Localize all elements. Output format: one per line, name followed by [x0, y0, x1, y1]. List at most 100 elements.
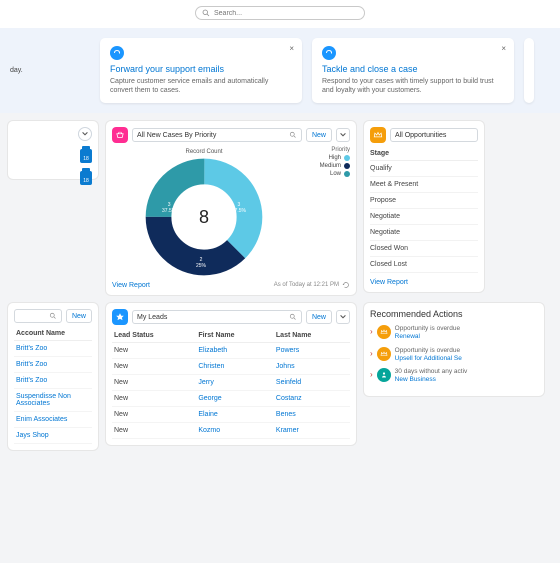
cases-by-priority-panel: All New Cases By Priority New Record Cou…: [106, 121, 356, 295]
panel-icon: [112, 309, 128, 325]
legend-dot: [344, 163, 350, 169]
global-search[interactable]: [195, 6, 365, 20]
tip-desc: Respond to your cases with timely suppor…: [322, 77, 504, 95]
panel-menu[interactable]: [336, 310, 350, 324]
crown-icon: [377, 347, 391, 361]
select-label: My Leads: [137, 314, 289, 321]
stage-row[interactable]: Negotiate: [370, 225, 478, 241]
rec-text: Opportunity is overdue Upsell for Additi…: [395, 347, 462, 363]
chevron-right-icon: ›: [370, 370, 373, 379]
view-report-link[interactable]: View Report: [370, 279, 408, 286]
panel-menu[interactable]: [336, 128, 350, 142]
new-button[interactable]: New: [306, 128, 332, 142]
table-row[interactable]: NewKozmoKramer: [112, 423, 350, 439]
dashboard-row-2: New Account Name Britt's Zoo Britt's Zoo…: [0, 303, 560, 458]
rec-link[interactable]: Upsell for Additional Se: [395, 355, 462, 363]
account-link[interactable]: Britt's Zoo: [14, 373, 92, 389]
table-row[interactable]: NewElaineBenes: [112, 407, 350, 423]
search-icon: [289, 131, 297, 139]
tip-title: Tackle and close a case: [322, 64, 504, 74]
day-text: day.: [10, 67, 90, 74]
table-row[interactable]: NewChristenJohns: [112, 359, 350, 375]
panel-icon: [370, 127, 386, 143]
stage-row[interactable]: Closed Lost: [370, 257, 478, 273]
left-tile-top: 18 18: [8, 121, 98, 179]
tip-title: Forward your support emails: [110, 64, 292, 74]
rec-link[interactable]: New Business: [395, 376, 468, 384]
search-icon: [289, 313, 297, 321]
stage-row[interactable]: Propose: [370, 193, 478, 209]
stage-row[interactable]: Qualify: [370, 161, 478, 177]
account-link[interactable]: Britt's Zoo: [14, 341, 92, 357]
search-icon: [202, 9, 210, 17]
as-of-text: As of Today at 12:21 PM: [274, 281, 350, 289]
slice-label-medium: 337.5%: [232, 203, 246, 214]
tip-card-close-case[interactable]: × Tackle and close a case Respond to you…: [312, 38, 514, 103]
rec-item[interactable]: › Opportunity is overdue Renewal: [370, 325, 538, 341]
opportunities-panel: All Opportunities Stage Qualify Meet & P…: [364, 121, 484, 292]
stage-row[interactable]: Meet & Present: [370, 177, 478, 193]
account-link[interactable]: Enim Associates: [14, 412, 92, 428]
topbar: [0, 0, 560, 28]
account-link[interactable]: Britt's Zoo: [14, 357, 92, 373]
stage-row[interactable]: Negotiate: [370, 209, 478, 225]
crown-icon: [377, 325, 391, 339]
view-select[interactable]: All New Cases By Priority: [132, 128, 302, 142]
rec-item[interactable]: › Opportunity is overdue Upsell for Addi…: [370, 347, 538, 363]
table-row[interactable]: NewJerrySeinfeld: [112, 375, 350, 391]
account-link[interactable]: Jays Shop: [14, 428, 92, 444]
dropdown-toggle[interactable]: [78, 127, 92, 141]
search-icon: [49, 312, 57, 320]
donut-chart: Record Count 8 337.5% 337.5%: [112, 147, 296, 277]
new-button[interactable]: New: [306, 310, 332, 324]
chevron-down-icon: [81, 130, 89, 138]
leads-panel: My Leads New Lead Status First Name Last…: [106, 303, 356, 445]
clipboard-icon[interactable]: 18: [80, 149, 92, 163]
rec-item[interactable]: › 30 days without any activ New Business: [370, 368, 538, 384]
col-first-name: First Name: [196, 329, 274, 343]
stage-row[interactable]: Closed Won: [370, 241, 478, 257]
rec-text: 30 days without any activ New Business: [395, 368, 468, 384]
table-row[interactable]: NewGeorgeCostanz: [112, 391, 350, 407]
view-select[interactable]: My Leads: [132, 310, 302, 324]
chevron-down-icon: [339, 313, 347, 321]
tip-card-peek[interactable]: [524, 38, 534, 103]
chart-title: Record Count: [185, 149, 222, 155]
view-report-link[interactable]: View Report: [112, 282, 150, 289]
chart-legend: Priority High Medium Low: [302, 147, 350, 277]
col-account-name: Account Name: [14, 327, 92, 341]
col-lead-status: Lead Status: [112, 329, 196, 343]
tip-card-forward-emails[interactable]: × Forward your support emails Capture cu…: [100, 38, 302, 103]
tip-desc: Capture customer service emails and auto…: [110, 77, 292, 95]
account-link[interactable]: Suspendisse Non Associates: [14, 389, 92, 412]
legend-dot: [344, 155, 350, 161]
panel-title: Recommended Actions: [370, 309, 538, 319]
star-icon: [115, 312, 125, 322]
close-icon[interactable]: ×: [501, 44, 506, 53]
bolt-icon: [322, 46, 336, 60]
table-row[interactable]: NewElizabethPowers: [112, 343, 350, 359]
recommended-actions-panel: Recommended Actions › Opportunity is ove…: [364, 303, 544, 396]
slice-label-high: 337.5%: [162, 203, 176, 214]
rec-text: Opportunity is overdue Renewal: [395, 325, 460, 341]
accounts-panel: New Account Name Britt's Zoo Britt's Zoo…: [8, 303, 98, 450]
tips-panel: day. × Forward your support emails Captu…: [0, 28, 560, 113]
refresh-icon[interactable]: [342, 281, 350, 289]
clipboard-icon[interactable]: 18: [80, 171, 92, 185]
basket-icon: [115, 130, 125, 140]
close-icon[interactable]: ×: [289, 44, 294, 53]
rec-link[interactable]: Renewal: [395, 333, 460, 341]
bolt-icon: [110, 46, 124, 60]
view-select[interactable]: [14, 309, 62, 323]
slice-label-low: 225%: [196, 258, 206, 269]
view-select[interactable]: All Opportunities: [390, 128, 478, 142]
legend-title: Priority: [302, 147, 350, 153]
chevron-right-icon: ›: [370, 327, 373, 336]
crown-icon: [373, 130, 383, 140]
chevron-right-icon: ›: [370, 349, 373, 358]
chevron-down-icon: [339, 131, 347, 139]
lead-icon: [377, 368, 391, 382]
search-input[interactable]: [214, 10, 358, 17]
col-last-name: Last Name: [274, 329, 350, 343]
new-button[interactable]: New: [66, 309, 92, 323]
